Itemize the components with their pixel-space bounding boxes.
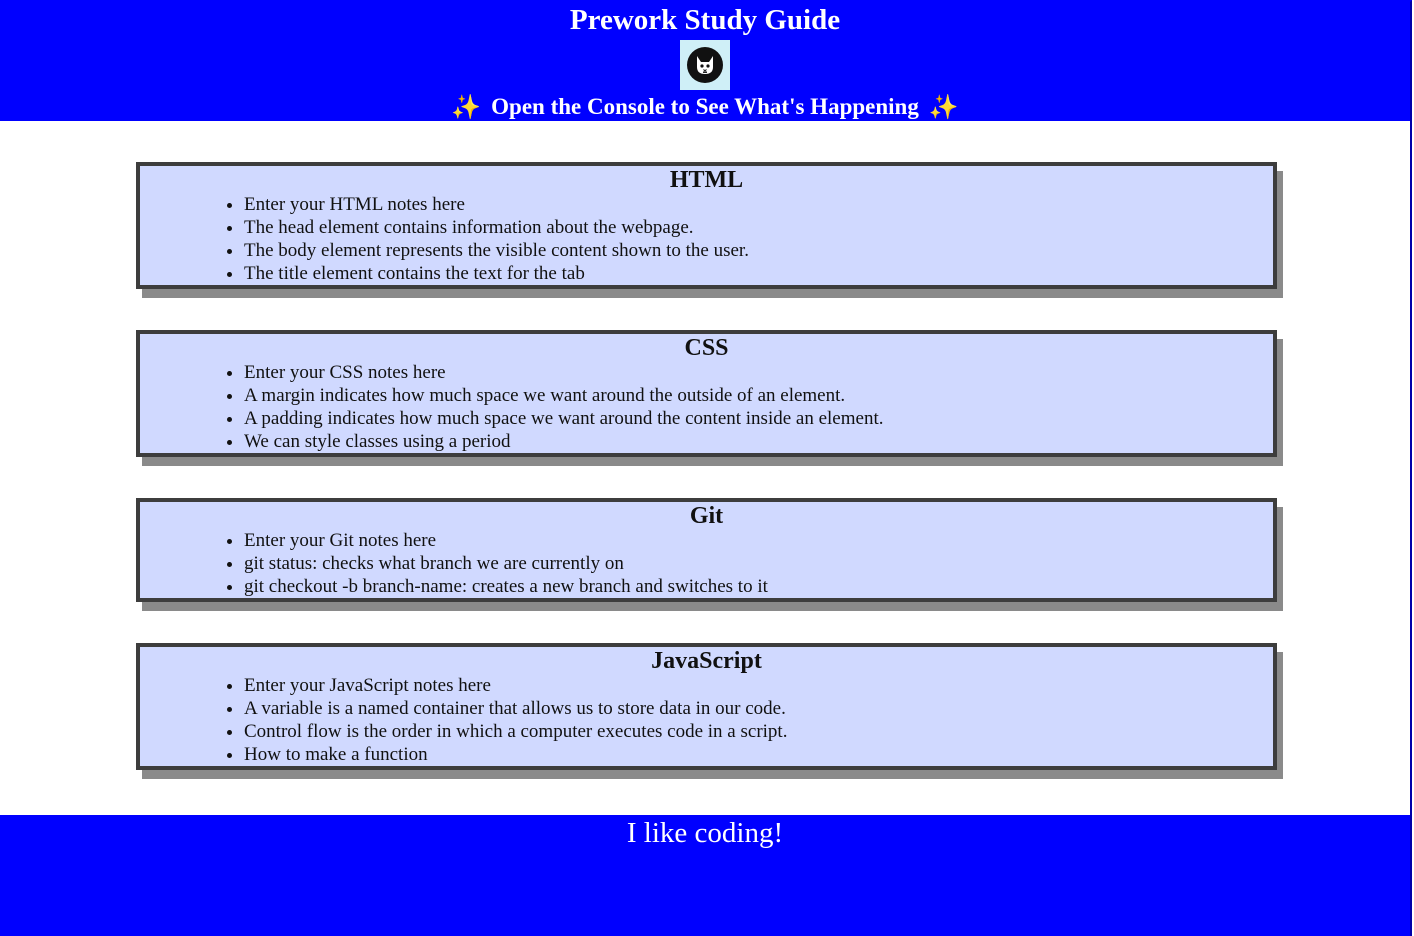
notes-list: Enter your CSS notes here A margin indic… [140,361,1273,453]
sparkles-icon: ✨ [451,93,482,121]
notes-list: Enter your Git notes here git status: ch… [140,529,1273,598]
section-heading: Git [689,503,724,529]
console-hint-text: Open the Console to See What's Happening [491,94,919,119]
list-item: We can style classes using a period [244,430,1273,453]
study-guide-sections: HTML Enter your HTML notes here The head… [0,121,1410,770]
notes-list: Enter your HTML notes here The head elem… [140,193,1273,285]
sparkles-icon: ✨ [928,93,959,121]
list-item: Enter your HTML notes here [244,193,1273,216]
cat-logo [680,40,730,90]
list-item: Enter your JavaScript notes here [244,674,1273,697]
section-html: HTML Enter your HTML notes here The head… [136,162,1277,289]
section-heading: JavaScript [651,648,762,674]
list-item: git checkout -b branch-name: creates a n… [244,575,1273,598]
list-item: The body element represents the visible … [244,239,1273,262]
list-item: A variable is a named container that all… [244,697,1273,720]
section-heading: CSS [684,335,729,361]
list-item: Enter your Git notes here [244,529,1273,552]
console-hint: ✨ Open the Console to See What's Happeni… [0,92,1410,122]
list-item: The title element contains the text for … [244,262,1273,285]
cat-icon [687,47,723,83]
list-item: How to make a function [244,743,1273,766]
page-title: Prework Study Guide [569,4,841,36]
list-item: Enter your CSS notes here [244,361,1273,384]
section-heading: HTML [669,167,744,193]
page: Prework Study Guide ✨ Open the Console t… [0,0,1412,936]
section-javascript: JavaScript Enter your JavaScript notes h… [136,643,1277,770]
section-css: CSS Enter your CSS notes here A margin i… [136,330,1277,457]
list-item: Control flow is the order in which a com… [244,720,1273,743]
section-git: Git Enter your Git notes here git status… [136,498,1277,602]
page-header: Prework Study Guide ✨ Open the Console t… [0,2,1410,121]
list-item: A margin indicates how much space we wan… [244,384,1273,407]
page-footer: I like coding! [0,815,1410,936]
list-item: The head element contains information ab… [244,216,1273,239]
footer-text: I like coding! [626,817,784,849]
list-item: git status: checks what branch we are cu… [244,552,1273,575]
list-item: A padding indicates how much space we wa… [244,407,1273,430]
notes-list: Enter your JavaScript notes here A varia… [140,674,1273,766]
